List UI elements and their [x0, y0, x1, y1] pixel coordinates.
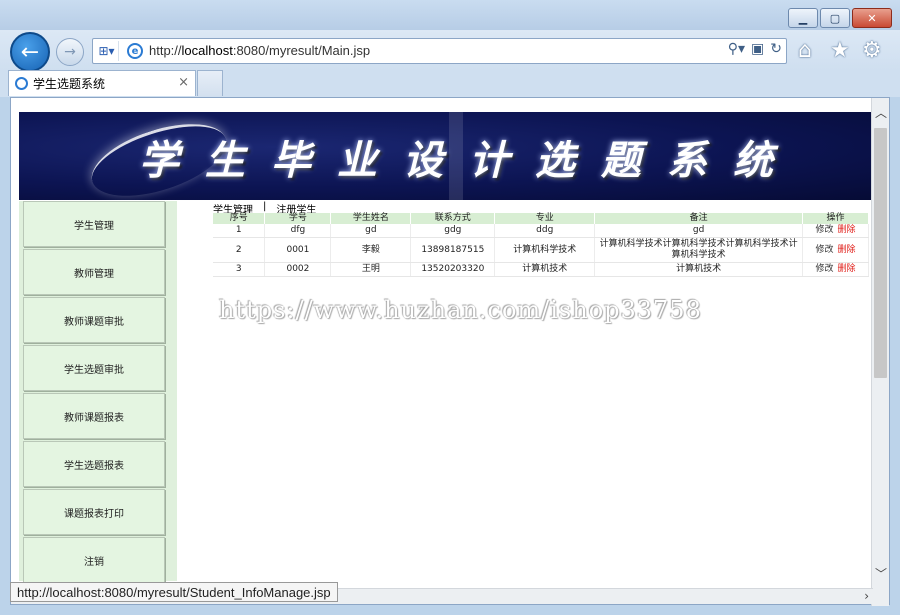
table-row: 2 0001 李毅 13898187515 计算机科学技术 计算机科学技术计算机… [213, 237, 869, 263]
main-content: 学生管理 | 注册学生 序号 学号 学生姓名 联系方式 专业 备注 操作 1 d [177, 201, 873, 581]
compat-view-icon[interactable]: ⊞▾ [95, 41, 119, 61]
left-menu: 学生管理 教师管理 教师课题审批 学生选题审批 教师课题报表 学生选题报表 课题… [19, 201, 177, 583]
navigation-bar: ← → ⊞▾ e http://localhost:8080/myresult/… [0, 30, 900, 72]
cell-note: 计算机科学技术计算机科学技术计算机科学技术计算机科学技术 [594, 237, 803, 263]
cell-major: ddg [494, 224, 596, 238]
vertical-scrollbar[interactable]: ︿ ﹀ [871, 98, 889, 606]
close-icon[interactable]: ✕ [852, 8, 892, 28]
cell-ops: 修改 删除 [802, 224, 869, 238]
cell-phone: 13898187515 [410, 237, 496, 263]
tab-ie-icon [15, 77, 28, 90]
address-url[interactable]: http://localhost:8080/myresult/Main.jsp [149, 43, 370, 58]
tab-strip: 学生选题系统 × [0, 70, 900, 97]
edit-link[interactable]: 修改 [815, 225, 833, 235]
tab-main[interactable]: 学生选题系统 × [8, 70, 196, 96]
cell-major: 计算机技术 [494, 262, 596, 277]
url-path: :8080/myresult/Main.jsp [232, 43, 371, 58]
col-header-note: 备注 [594, 213, 803, 224]
delete-link[interactable]: 删除 [838, 264, 856, 274]
cell-note: gd [594, 224, 803, 238]
maximize-icon[interactable]: ▢ [820, 8, 850, 28]
student-table: 序号 学号 学生姓名 联系方式 专业 备注 操作 1 dfg gd gdg dd… [213, 213, 869, 277]
scroll-up-icon[interactable]: ︿ [875, 104, 887, 121]
window-controls: ▁ ▢ ✕ [788, 8, 892, 28]
home-icon[interactable]: ⌂ [798, 38, 812, 63]
edit-link[interactable]: 修改 [815, 264, 833, 274]
back-icon[interactable]: ← [10, 32, 50, 72]
col-header-major: 专业 [494, 213, 596, 224]
page-viewport: 学生毕业设计选题系统 学生管理 教师管理 教师课题审批 学生选题审批 教师课题报… [10, 97, 890, 606]
cell-name: gd [330, 224, 412, 238]
cell-idx: 2 [213, 237, 266, 263]
banner-title: 学生毕业设计选题系统 [139, 137, 799, 184]
col-header-idx: 序号 [213, 213, 266, 224]
gear-icon[interactable]: ⚙ [862, 38, 882, 63]
delete-link[interactable]: 删除 [838, 225, 856, 235]
cell-major: 计算机科学技术 [494, 237, 596, 263]
table-row: 1 dfg gd gdg ddg gd 修改 删除 [213, 224, 869, 238]
url-host: localhost [181, 43, 233, 58]
tab-title: 学生选题系统 [33, 77, 106, 91]
cell-sid: dfg [264, 224, 332, 238]
menu-item-teacher-manage[interactable]: 教师管理 [23, 249, 165, 295]
image-icon[interactable]: ▣ [751, 41, 764, 57]
table-row: 3 0002 王明 13520203320 计算机技术 计算机技术 修改 删除 [213, 262, 869, 277]
scroll-thumb[interactable] [874, 128, 887, 378]
minimize-icon[interactable]: ▁ [788, 8, 818, 28]
tab-close-icon[interactable]: × [178, 75, 189, 90]
cell-ops: 修改 删除 [802, 237, 869, 263]
ie-page-icon: e [127, 43, 143, 59]
address-tools: ⚲▾ ▣ ↻ [728, 41, 782, 57]
url-prefix: http:// [149, 43, 182, 58]
menu-item-student-topic-report[interactable]: 学生选题报表 [23, 441, 165, 487]
table-header-row: 序号 学号 学生姓名 联系方式 专业 备注 操作 [213, 213, 869, 224]
col-header-sid: 学号 [264, 213, 332, 224]
banner: 学生毕业设计选题系统 [19, 112, 873, 200]
favorites-icon[interactable]: ★ [830, 38, 850, 63]
col-header-phone: 联系方式 [410, 213, 496, 224]
search-icon[interactable]: ⚲▾ [728, 41, 745, 57]
cell-name: 王明 [330, 262, 412, 277]
menu-item-teacher-topic-report[interactable]: 教师课题报表 [23, 393, 165, 439]
cell-ops: 修改 删除 [802, 262, 869, 277]
scroll-right-icon[interactable]: › [864, 589, 869, 603]
menu-item-teacher-topic-approve[interactable]: 教师课题审批 [23, 297, 165, 343]
scroll-down-icon[interactable]: ﹀ [875, 565, 887, 582]
col-header-name: 学生姓名 [330, 213, 412, 224]
cell-sid: 0001 [264, 237, 332, 263]
refresh-icon[interactable]: ↻ [770, 41, 782, 57]
menu-item-logout[interactable]: 注销 [23, 537, 165, 583]
cell-note: 计算机技术 [594, 262, 803, 277]
menu-item-student-manage[interactable]: 学生管理 [23, 201, 165, 247]
menu-item-report-print[interactable]: 课题报表打印 [23, 489, 165, 535]
cell-idx: 3 [213, 262, 266, 277]
delete-link[interactable]: 删除 [838, 245, 856, 255]
cell-idx: 1 [213, 224, 266, 238]
cell-name: 李毅 [330, 237, 412, 263]
window-titlebar: ▁ ▢ ✕ [0, 0, 900, 30]
col-header-ops: 操作 [802, 213, 869, 224]
edit-link[interactable]: 修改 [815, 245, 833, 255]
address-bar[interactable]: ⊞▾ e http://localhost:8080/myresult/Main… [92, 38, 787, 64]
menu-item-student-topic-approve[interactable]: 学生选题审批 [23, 345, 165, 391]
cell-phone: gdg [410, 224, 496, 238]
new-tab-button[interactable] [197, 70, 223, 96]
status-bar-url: http://localhost:8080/myresult/Student_I… [10, 582, 338, 602]
watermark: https://www.huzhan.com/ishop33758 [219, 296, 702, 324]
cell-phone: 13520203320 [410, 262, 496, 277]
cell-sid: 0002 [264, 262, 332, 277]
forward-icon[interactable]: → [56, 38, 84, 66]
